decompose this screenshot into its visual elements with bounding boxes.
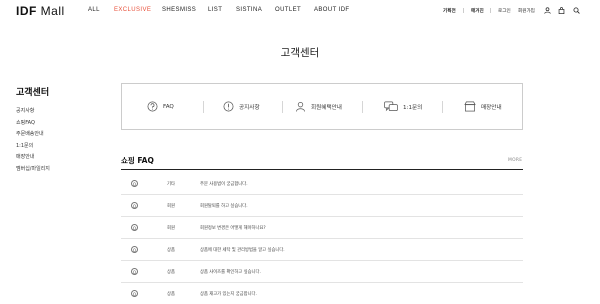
search-icon[interactable] xyxy=(573,7,580,14)
faq-category: 회원 xyxy=(167,226,175,231)
faq-question[interactable]: 상품에 대한 세탁 및 관리방법을 알고 싶습니다. xyxy=(200,247,285,253)
store-icon xyxy=(464,101,476,112)
site-logo[interactable]: IDF Mall xyxy=(16,4,65,18)
faq-q-badge: Q xyxy=(131,290,138,297)
nav-list[interactable]: LIST xyxy=(208,7,222,13)
nav-all[interactable]: ALL xyxy=(88,7,100,13)
faq-top-rule xyxy=(121,169,523,170)
util-login[interactable]: 로그인 xyxy=(498,8,511,14)
user-icon[interactable] xyxy=(544,7,551,14)
faq-question[interactable]: 회원정보 변경은 어떻게 해야하나요? xyxy=(200,225,266,231)
faq-category: 회원 xyxy=(167,204,175,209)
notice-icon xyxy=(223,101,234,112)
sidebar-item-notice[interactable]: 공지사항 xyxy=(16,108,50,120)
sidebar-item-faq[interactable]: 쇼핑FAQ xyxy=(16,120,50,132)
faq-q-badge: Q xyxy=(131,202,138,209)
util-store[interactable]: 매거진 xyxy=(471,8,484,14)
quick-menu-member-benefits[interactable]: 회원혜택안내 xyxy=(295,84,342,129)
nav-shesmiss[interactable]: SHESMISS xyxy=(162,7,196,13)
sidebar-item-stores[interactable]: 매장안내 xyxy=(16,154,50,166)
faq-row[interactable]: Q 상품 상품 재고가 있는지 궁금합니다. xyxy=(121,283,523,304)
quick-menu-label: 회원혜택안내 xyxy=(311,104,342,111)
divider xyxy=(442,101,443,113)
faq-category: 상품 xyxy=(167,248,175,253)
quick-menu-label: 공지사항 xyxy=(239,104,260,111)
faq-section-title: 쇼핑 FAQ xyxy=(121,156,154,165)
divider xyxy=(362,101,363,113)
nav-about-idf[interactable]: ABOUT IDF xyxy=(314,7,350,13)
sidebar-menu: 공지사항 쇼핑FAQ 주문배송안내 1:1문의 매장안내 멤버십/마일리지 xyxy=(16,108,50,177)
site-header: IDF Mall ALL EXCLUSIVE SHESMISS LIST SIS… xyxy=(0,0,600,22)
faq-category: 상품 xyxy=(167,292,175,297)
divider xyxy=(203,101,204,113)
nav-exclusive[interactable]: EXCLUSIVE xyxy=(114,7,151,13)
util-divider xyxy=(490,8,491,13)
bag-icon[interactable] xyxy=(558,7,565,14)
faq-question[interactable]: 주문 사용법이 궁금합니다. xyxy=(200,181,248,187)
sidebar-title: 고객센터 xyxy=(16,88,50,98)
logo-rest: Mall xyxy=(36,4,65,18)
sidebar-item-order-delivery[interactable]: 주문배송안내 xyxy=(16,131,50,143)
quick-menu-label: FAQ xyxy=(163,103,174,110)
quick-menu-faq[interactable]: FAQ xyxy=(147,84,174,129)
util-divider xyxy=(463,8,464,13)
faq-row[interactable]: Q 회원 회원정보 변경은 어떻게 해야하나요? xyxy=(121,217,523,239)
faq-question[interactable]: 상품 사이즈를 확인하고 싶습니다. xyxy=(200,269,261,275)
faq-category: 상품 xyxy=(167,270,175,275)
chat-icon xyxy=(384,101,398,112)
quick-menu-box: FAQ 공지사항 회원혜택안내 1:1문의 매장안내 xyxy=(121,83,523,130)
faq-category: 기타 xyxy=(167,182,175,187)
faq-row[interactable]: Q 기타 주문 사용법이 궁금합니다. xyxy=(121,173,523,195)
quick-menu-inquiry[interactable]: 1:1문의 xyxy=(384,84,422,129)
faq-question[interactable]: 회원탈퇴를 하고 싶습니다. xyxy=(200,203,248,209)
quick-menu-stores[interactable]: 매장안내 xyxy=(464,84,502,129)
quick-menu-label: 매장안내 xyxy=(481,104,502,111)
question-icon xyxy=(147,101,158,112)
quick-menu-notice[interactable]: 공지사항 xyxy=(223,84,260,129)
util-join[interactable]: 회원가입 xyxy=(518,8,535,14)
divider xyxy=(282,101,283,113)
faq-more-link[interactable]: MORE xyxy=(508,158,522,163)
faq-q-badge: Q xyxy=(131,224,138,231)
page-title: 고객센터 xyxy=(280,47,320,59)
member-icon xyxy=(296,102,305,112)
nav-outlet[interactable]: OUTLET xyxy=(275,7,301,13)
faq-row[interactable]: Q 상품 상품에 대한 세탁 및 관리방법을 알고 싶습니다. xyxy=(121,239,523,261)
sidebar-item-inquiry[interactable]: 1:1문의 xyxy=(16,143,50,155)
faq-q-badge: Q xyxy=(131,180,138,187)
nav-sistina[interactable]: SISTINA xyxy=(236,7,262,13)
faq-row[interactable]: Q 상품 상품 사이즈를 확인하고 싶습니다. xyxy=(121,261,523,283)
faq-row[interactable]: Q 회원 회원탈퇴를 하고 싶습니다. xyxy=(121,195,523,217)
sidebar-item-membership[interactable]: 멤버십/마일리지 xyxy=(16,166,50,178)
faq-q-badge: Q xyxy=(131,268,138,275)
faq-question[interactable]: 상품 재고가 있는지 궁금합니다. xyxy=(200,291,257,297)
util-brand-story[interactable]: 기획전 xyxy=(443,8,456,14)
faq-q-badge: Q xyxy=(131,246,138,253)
quick-menu-label: 1:1문의 xyxy=(403,104,423,111)
logo-bold: IDF xyxy=(16,4,37,18)
